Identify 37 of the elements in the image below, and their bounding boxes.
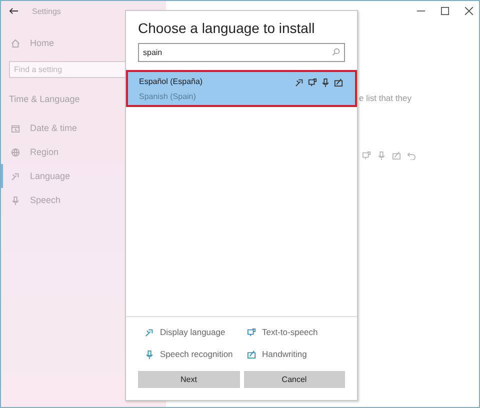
undo-icon: [407, 151, 416, 160]
language-icon: [295, 78, 304, 87]
search-icon[interactable]: [332, 48, 340, 56]
microphone-icon: [11, 196, 20, 204]
monitor-speech-icon: [308, 78, 317, 87]
maximize-icon[interactable]: [441, 7, 449, 15]
calendar-icon: [11, 124, 20, 132]
dialog-title: Choose a language to install: [137, 19, 316, 38]
pen-tablet-icon: [247, 350, 256, 358]
feature-label: Speech recognition: [160, 349, 233, 359]
home-icon: [11, 38, 20, 48]
microphone-icon: [377, 151, 386, 160]
feature-label: Handwriting: [262, 349, 307, 359]
language-icon: [145, 328, 154, 336]
cancel-button[interactable]: Cancel: [244, 371, 345, 388]
back-icon[interactable]: [9, 7, 18, 15]
description-text: e list that they: [359, 93, 412, 103]
language-icon: [11, 172, 20, 180]
close-icon[interactable]: [465, 7, 473, 15]
feature-label: Text-to-speech: [262, 327, 318, 337]
pen-tablet-icon: [334, 78, 343, 87]
monitor-speech-icon: [247, 328, 256, 336]
search-field[interactable]: spain: [138, 43, 345, 62]
language-item[interactable]: Español (España) Spanish (Spain): [126, 70, 357, 107]
nav-item[interactable]: Region: [1, 140, 166, 164]
monitor-speech-icon: [362, 151, 371, 160]
microphone-icon: [145, 350, 154, 358]
nav-link[interactable]: Home: [30, 38, 54, 48]
next-button[interactable]: Next: [138, 371, 240, 388]
pen-tablet-icon: [392, 151, 401, 160]
feature-label: Display language: [160, 327, 226, 337]
section-heading: Time & Language: [9, 94, 80, 104]
nav-item[interactable]: Speech: [1, 188, 166, 212]
nav-item[interactable]: Date & time: [1, 116, 166, 140]
microphone-icon: [321, 78, 330, 87]
globe-icon: [11, 148, 20, 156]
window-title: Settings: [32, 6, 61, 16]
